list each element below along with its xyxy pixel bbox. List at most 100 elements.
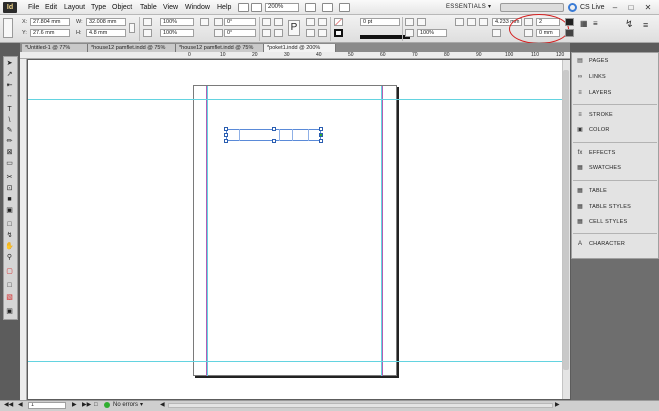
frame-fitting-icon[interactable] — [565, 18, 574, 26]
mini-bridge-icon[interactable] — [251, 3, 262, 12]
x-field[interactable]: 27.804 mm — [30, 18, 70, 26]
paragraph-icon[interactable]: P — [288, 20, 300, 36]
first-page-icon[interactable]: ◀◀ — [4, 402, 13, 409]
control-panel-menu-icon[interactable]: ≡ — [643, 18, 653, 32]
fitting-icon[interactable] — [455, 18, 464, 26]
ruler-guide-top[interactable] — [28, 99, 570, 100]
tab-untitled-1[interactable]: *Untitled-1 @ 77% — [22, 44, 88, 52]
tab-poket1[interactable]: *poket1.indd @ 200% — [264, 44, 336, 52]
open-page-icon[interactable]: □ — [94, 402, 98, 409]
workspace-switcher[interactable]: ESSENTIALS ▾ — [446, 3, 498, 12]
menu-view[interactable]: View — [163, 3, 178, 12]
shear-angle-field[interactable]: 0° — [224, 29, 256, 37]
auto-fit-icon[interactable] — [565, 29, 574, 37]
selection-handle[interactable] — [319, 139, 323, 143]
select-content-icon[interactable] — [306, 29, 315, 37]
gradient-feather-tool-icon[interactable]: ▣ — [4, 207, 15, 215]
free-transform-tool-icon[interactable]: ⊡ — [4, 185, 15, 193]
last-page-icon[interactable]: ▶▶ — [82, 402, 91, 409]
screen-mode-normal-icon[interactable]: ▣ — [4, 308, 15, 316]
page-number-field[interactable]: 1 — [28, 402, 66, 409]
arrange-documents-icon[interactable] — [339, 3, 350, 12]
scrollbar-thumb[interactable] — [563, 70, 569, 370]
menu-layout[interactable]: Layout — [64, 3, 85, 12]
selection-handle[interactable] — [319, 127, 323, 131]
menu-edit[interactable]: Edit — [45, 3, 57, 12]
horizontal-scrollbar[interactable] — [168, 403, 553, 408]
gradient-swatch-tool-icon[interactable]: ■ — [4, 196, 15, 204]
eyedropper-tool-icon[interactable]: ↯ — [4, 232, 15, 240]
text-wrap-icon[interactable] — [492, 29, 501, 37]
scroll-right-icon[interactable]: ▶ — [555, 402, 560, 409]
preflight-status[interactable]: No errors — [113, 402, 138, 409]
selection-handle[interactable] — [224, 133, 228, 137]
selection-tool-icon[interactable]: ➤ — [4, 60, 15, 68]
panel-stroke[interactable]: ≡ STROKE — [574, 109, 658, 122]
fx-icon[interactable] — [417, 18, 426, 26]
selection-handle[interactable] — [224, 139, 228, 143]
scroll-left-icon[interactable]: ◀ — [160, 402, 165, 409]
panel-swatches[interactable]: ▦ SWATCHES — [574, 162, 658, 175]
preflight-menu-icon[interactable]: ▾ — [140, 402, 143, 409]
select-container-icon[interactable] — [306, 18, 315, 26]
flip-horizontal-icon[interactable] — [274, 18, 283, 26]
y-field[interactable]: 27.6 mm — [30, 29, 70, 37]
rectangle-tool-icon[interactable]: ▭ — [4, 160, 15, 168]
drop-shadow-icon[interactable] — [405, 18, 414, 26]
menu-window[interactable]: Window — [185, 3, 210, 12]
list-icon[interactable]: ≡ — [593, 20, 601, 28]
cs-live-label[interactable]: CS Live — [580, 3, 605, 12]
panel-color[interactable]: ▣ COLOR — [574, 124, 658, 137]
panel-cell-styles[interactable]: ▦ CELL STYLES — [574, 216, 658, 229]
stroke-weight-field[interactable]: 0 pt — [360, 18, 400, 26]
menu-help[interactable]: Help — [217, 3, 231, 12]
previous-page-icon[interactable]: ◀ — [18, 402, 23, 409]
stroke-swatch-icon[interactable] — [334, 29, 343, 37]
panel-table[interactable]: ▦ TABLE — [574, 185, 658, 198]
next-page-icon[interactable]: ▶ — [72, 402, 77, 409]
selection-handle[interactable] — [224, 127, 228, 131]
cs-live-icon[interactable] — [568, 3, 577, 12]
panel-layers[interactable]: ≡ LAYERS — [574, 87, 658, 100]
formatting-container-icon[interactable]: □ — [4, 282, 15, 290]
hand-tool-icon[interactable]: ✋ — [4, 243, 15, 251]
scissors-tool-icon[interactable]: ✂ — [4, 174, 15, 182]
horizontal-ruler[interactable]: 0 10 20 30 40 50 60 70 80 90 100 110 120 — [20, 52, 570, 59]
panel-table-styles[interactable]: ▦ TABLE STYLES — [574, 201, 658, 214]
lock-scale-icon[interactable] — [200, 18, 209, 26]
pencil-tool-icon[interactable]: ✏ — [4, 138, 15, 146]
note-tool-icon[interactable]: □ — [4, 221, 15, 229]
view-options-icon[interactable] — [305, 3, 316, 12]
select-previous-icon[interactable] — [318, 18, 327, 26]
tab-house12-pamflet-a[interactable]: *house12 pamflet.indd @ 75% — [88, 44, 176, 52]
type-tool-icon[interactable]: T — [4, 106, 15, 114]
help-search-input[interactable] — [500, 3, 564, 12]
selection-handle[interactable] — [272, 127, 276, 131]
grid-icon[interactable]: ▦ — [580, 20, 588, 28]
direct-selection-tool-icon[interactable]: ↗ — [4, 71, 15, 79]
fill-swatch-icon[interactable] — [334, 18, 343, 26]
maximize-icon[interactable]: □ — [624, 2, 638, 13]
panel-links[interactable]: ∞ LINKS — [574, 71, 658, 84]
scale-y-field[interactable]: 100% — [160, 29, 194, 37]
menu-table[interactable]: Table — [140, 3, 157, 12]
close-icon[interactable]: ✕ — [641, 2, 655, 13]
fill-frame-icon[interactable] — [479, 18, 488, 26]
vertical-ruler[interactable] — [20, 59, 27, 400]
rectangle-frame-tool-icon[interactable]: ⊠ — [4, 149, 15, 157]
panel-effects[interactable]: fx EFFECTS — [574, 147, 658, 160]
ruler-guide-bottom[interactable] — [28, 361, 570, 362]
tab-house12-pamflet-b[interactable]: *house12 pamflet.indd @ 75% — [176, 44, 264, 52]
reference-point-icon[interactable] — [3, 18, 13, 38]
panel-pages[interactable]: ▤ PAGES — [574, 55, 658, 68]
out-port-handle[interactable] — [319, 133, 323, 137]
rotate-ccw-icon[interactable] — [262, 29, 271, 37]
select-next-icon[interactable] — [318, 29, 327, 37]
w-field[interactable]: 32.008 mm — [86, 18, 126, 26]
opacity-field[interactable]: 100% — [417, 29, 447, 37]
menu-type[interactable]: Type — [91, 3, 106, 12]
screen-mode-icon[interactable] — [322, 3, 333, 12]
panel-character[interactable]: A CHARACTER — [574, 238, 658, 251]
page-tool-icon[interactable]: ⇤ — [4, 82, 15, 90]
fit-frame-icon[interactable] — [467, 18, 476, 26]
